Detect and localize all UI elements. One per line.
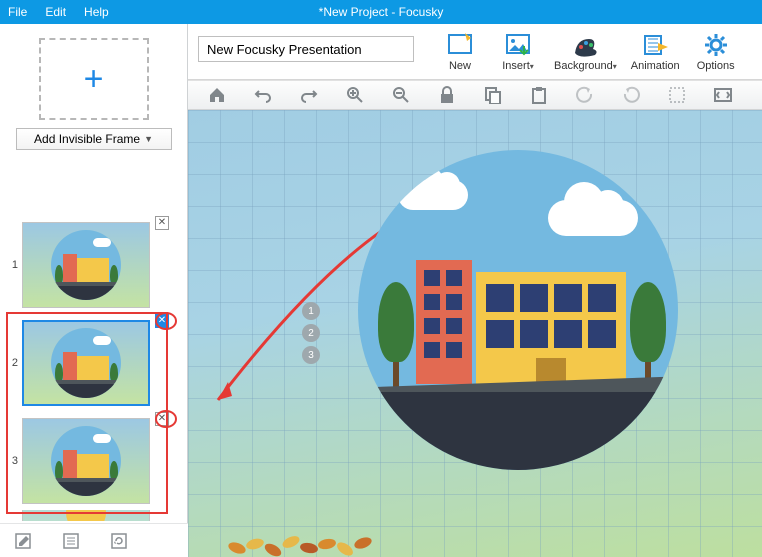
presentation-title-input[interactable] [198,36,414,62]
edit-note-icon[interactable] [14,532,32,550]
insert-button[interactable]: Insert▾ [496,32,540,72]
zoom-out-icon[interactable] [392,86,410,104]
new-button[interactable]: New [438,32,482,72]
add-frame-button[interactable]: + [39,38,149,120]
menu-edit[interactable]: Edit [45,5,66,19]
path-bullets: 1 2 3 [302,302,320,364]
background-button[interactable]: Background▾ [554,32,617,72]
options-icon [702,32,730,58]
zoom-in-icon[interactable] [346,86,364,104]
insert-label: Insert▾ [502,60,534,72]
refresh-icon[interactable] [110,532,128,550]
back-icon[interactable] [576,86,594,104]
annotation-circle [155,410,177,428]
forward-icon[interactable] [622,86,640,104]
select-icon[interactable] [668,86,686,104]
tree-icon [630,282,666,388]
thumb-close-button[interactable]: ✕ [155,216,169,230]
undo-icon[interactable] [254,86,272,104]
copy-icon[interactable] [484,86,502,104]
thumbnail[interactable] [22,222,150,308]
thumbnail-row[interactable] [0,510,187,521]
title-bar: File Edit Help *New Project - Focusky [0,0,762,24]
menu-file[interactable]: File [8,5,27,19]
sidebar-bottom-toolbar [0,523,188,557]
thumb-number: 3 [0,455,18,467]
thumbnail-row[interactable]: 3 ✕ [0,412,187,510]
tree-icon [378,282,414,388]
chevron-down-icon: ▼ [144,134,153,144]
thumbnail[interactable] [22,418,150,504]
fit-icon[interactable] [714,86,732,104]
annotation-circle [155,312,177,330]
thumbnail[interactable] [22,510,150,521]
new-label: New [449,60,471,72]
thumbnail-row[interactable]: 2 ✕ [0,314,187,412]
building-yellow [476,272,626,384]
toolbar [188,80,762,110]
options-button[interactable]: Options [694,32,738,72]
paste-icon[interactable] [530,86,548,104]
cloud-icon [548,200,638,236]
menu-help[interactable]: Help [84,5,109,19]
thumbnail[interactable] [22,320,150,406]
background-label: Background▾ [554,60,617,72]
canvas-artwork[interactable] [358,150,678,470]
add-invisible-frame-label: Add Invisible Frame [34,132,140,146]
redo-icon[interactable] [300,86,318,104]
background-icon [571,32,599,58]
animation-icon [641,32,669,58]
animation-label: Animation [631,60,680,72]
path-bullet[interactable]: 1 [302,302,320,320]
lock-icon[interactable] [438,86,456,104]
cloud-icon [398,180,468,210]
list-icon[interactable] [62,532,80,550]
thumb-number: 2 [0,357,18,369]
plus-icon: + [84,60,104,99]
animation-button[interactable]: Animation [631,32,680,72]
options-label: Options [697,60,735,72]
path-bullet[interactable]: 3 [302,346,320,364]
decorative-leaves [228,527,428,557]
thumbnail-row[interactable]: 1 ✕ [0,216,187,314]
canvas[interactable]: 1 2 3 [188,110,762,557]
thumb-number: 1 [0,259,18,271]
thumbnail-list: 1 ✕ 2 ✕ 3 ✕ [0,212,187,521]
home-icon[interactable] [208,86,226,104]
building-red [416,260,472,384]
insert-icon [504,32,532,58]
window-title: *New Project - Focusky [319,5,444,19]
sidebar: + Add Invisible Frame ▼ 1 ✕ 2 ✕ 3 [0,24,188,557]
new-icon [446,32,474,58]
path-bullet[interactable]: 2 [302,324,320,342]
add-invisible-frame-button[interactable]: Add Invisible Frame ▼ [16,128,172,150]
dirt [358,392,678,470]
